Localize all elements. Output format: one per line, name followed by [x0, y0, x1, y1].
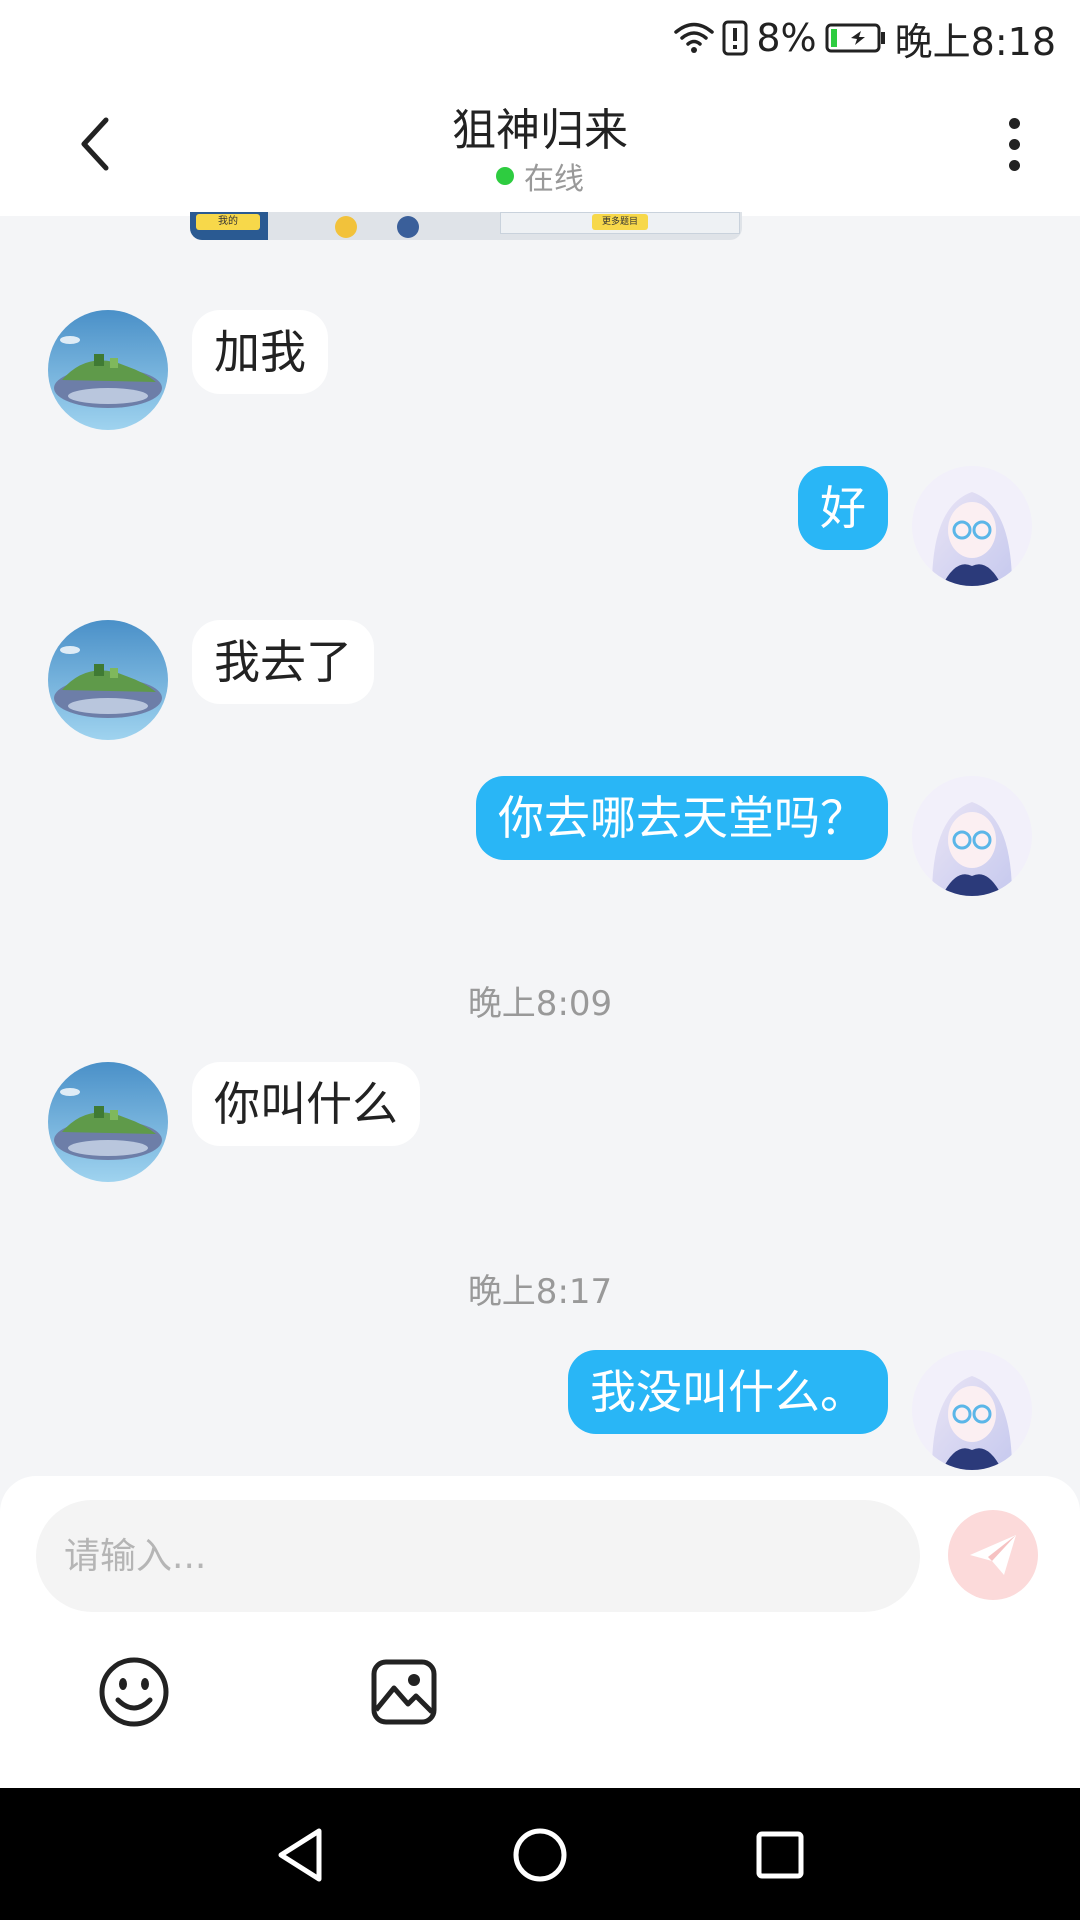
wifi-icon — [674, 21, 715, 55]
status-bar: 8% 晚上8:18 — [0, 0, 1080, 72]
recents-square-icon — [756, 1831, 804, 1879]
status-time: 晚上8:18 — [894, 19, 1056, 64]
emoji-button[interactable] — [98, 1656, 170, 1728]
outgoing-message-bubble[interactable]: 你去哪去天堂吗？ — [476, 776, 888, 860]
my-avatar[interactable] — [912, 776, 1032, 896]
presence-label: 在线 — [524, 162, 584, 197]
message-row: 我去了 — [0, 620, 1080, 740]
message-timestamp: 晚上8:09 — [467, 984, 613, 1024]
contact-avatar[interactable] — [48, 1062, 168, 1182]
system-nav-bar — [0, 1788, 1080, 1920]
send-plane-icon — [970, 1535, 1016, 1575]
battery-charging-icon — [825, 23, 887, 53]
contact-avatar[interactable] — [48, 620, 168, 740]
chat-header: 狙神归来 在线 — [0, 72, 1080, 216]
nav-recents-button[interactable] — [745, 1820, 815, 1890]
contact-avatar[interactable] — [48, 310, 168, 430]
image-tag: 更多题目 — [592, 214, 648, 230]
back-triangle-icon — [278, 1828, 322, 1882]
image-picker-button[interactable] — [368, 1656, 440, 1728]
message-row: 加我 — [0, 310, 1080, 430]
message-timestamp: 晚上8:17 — [467, 1272, 613, 1312]
my-avatar[interactable] — [912, 466, 1032, 586]
alert-icon — [722, 20, 748, 56]
incoming-message-bubble[interactable]: 你叫什么 — [192, 1062, 420, 1146]
contact-name: 狙神归来 — [452, 105, 628, 156]
composer-panel — [0, 1476, 1080, 1788]
online-dot-icon — [496, 167, 514, 185]
message-row: 你叫什么 — [0, 1062, 1080, 1182]
nav-home-button[interactable] — [505, 1820, 575, 1890]
my-avatar[interactable] — [912, 1350, 1032, 1470]
incoming-message-bubble[interactable]: 加我 — [192, 310, 328, 394]
more-options-button[interactable] — [988, 108, 1040, 180]
status-right: 8% 晚上8:18 — [674, 10, 1056, 66]
more-vertical-icon — [1008, 117, 1020, 129]
presence-status: 在线 — [0, 154, 1080, 198]
image-message-partial[interactable]: 我的 更多题目 — [190, 212, 742, 240]
message-row: 我没叫什么。 — [0, 1350, 1080, 1470]
image-tag: 我的 — [196, 214, 260, 230]
emoji-icon — [99, 1657, 169, 1727]
outgoing-message-bubble[interactable]: 我没叫什么。 — [568, 1350, 888, 1434]
image-icon — [371, 1659, 437, 1725]
home-circle-icon — [513, 1828, 567, 1882]
incoming-message-bubble[interactable]: 我去了 — [192, 620, 374, 704]
message-input[interactable] — [36, 1500, 920, 1612]
nav-back-button[interactable] — [265, 1820, 335, 1890]
message-row: 你去哪去天堂吗？ — [0, 776, 1080, 896]
outgoing-message-bubble[interactable]: 好 — [798, 466, 888, 550]
battery-percent: 8% — [756, 16, 817, 60]
message-row: 好 — [0, 466, 1080, 586]
send-button[interactable] — [948, 1510, 1038, 1600]
